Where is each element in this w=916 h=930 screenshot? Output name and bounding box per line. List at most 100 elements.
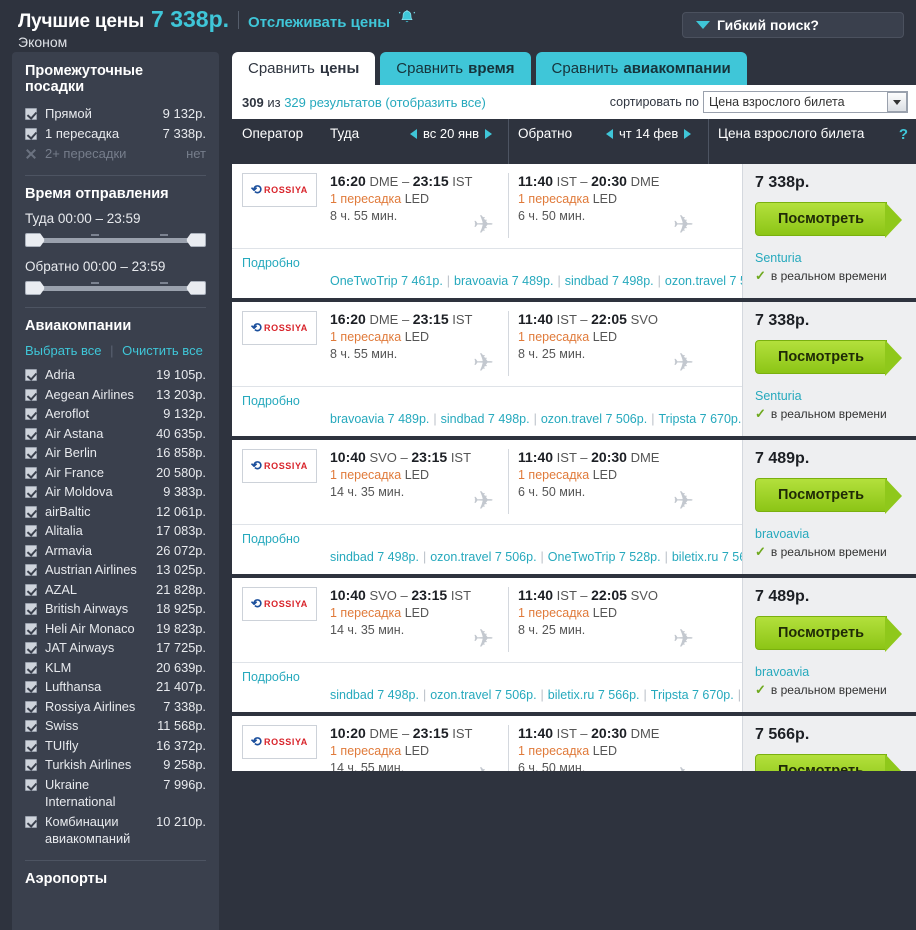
airline-filter-row[interactable]: Austrian Airlines 13 025р. <box>25 560 206 580</box>
return-time-slider[interactable] <box>25 280 206 296</box>
checkbox-airline[interactable] <box>25 681 37 693</box>
booking-offer-link[interactable]: Tripsta 7 670р. <box>651 688 734 702</box>
booking-offer-link[interactable]: bravoavia 7 489р. <box>330 412 429 426</box>
airline-filter-row[interactable]: Ukraine International 7 996р. <box>25 775 206 812</box>
booking-offer-link[interactable]: sindbad 7 498р. <box>330 550 419 564</box>
checkbox-airline[interactable] <box>25 700 37 713</box>
flight-result-card[interactable]: ⟳ ROSSIYA 10:40 SVO – 23:15 IST 1 пересадка… <box>232 440 916 574</box>
show-all-results-link[interactable]: 329 результатов (отобразить все) <box>284 95 486 110</box>
flight-result-card[interactable]: ⟳ ROSSIYA 16:20 DME – 23:15 IST 1 пересадка… <box>232 164 916 298</box>
booking-offer-link[interactable]: ozon.travel 7 506р. <box>541 412 647 426</box>
slider-handle-min[interactable] <box>25 233 45 247</box>
details-link[interactable]: Подробно <box>232 394 330 428</box>
checkbox-airline[interactable] <box>25 369 37 381</box>
airline-filter-row[interactable]: KLM 20 639р. <box>25 658 206 678</box>
checkbox-airline[interactable] <box>25 759 37 771</box>
slider-handle-min[interactable] <box>25 281 45 295</box>
view-offer-button[interactable]: Посмотреть <box>755 616 902 652</box>
slider-handle-max[interactable] <box>186 233 206 247</box>
airline-filter-row[interactable]: Heli Air Monaco 19 823р. <box>25 619 206 639</box>
view-offer-button[interactable]: Посмотреть <box>755 754 902 771</box>
view-offer-button[interactable]: Посмотреть <box>755 340 902 376</box>
booking-offer-link[interactable]: sindbad 7 498р. <box>441 412 530 426</box>
airline-filter-row[interactable]: Armavia 26 072р. <box>25 541 206 561</box>
checkbox-airline[interactable] <box>25 739 37 752</box>
agency-link[interactable]: Senturia <box>755 389 906 403</box>
clear-all-link[interactable]: Очистить все <box>122 343 203 358</box>
flexible-search-button[interactable]: Гибкий поиск? <box>682 12 904 38</box>
checkbox-airline[interactable] <box>25 642 37 654</box>
booking-offer-link[interactable]: ozon.travel 7 506р. <box>430 688 536 702</box>
tab-time[interactable]: Сравнить время <box>380 52 531 85</box>
airline-filter-row[interactable]: Swiss 11 568р. <box>25 716 206 736</box>
track-prices-link[interactable]: Отслеживать цены <box>248 14 390 31</box>
airline-filter-row[interactable]: Air Moldova 9 383р. <box>25 482 206 502</box>
agency-link[interactable]: Senturia <box>755 251 906 265</box>
airline-filter-row[interactable]: Aeroflot 9 132р. <box>25 404 206 424</box>
checkbox-airline[interactable] <box>25 408 37 420</box>
checkbox-airline[interactable] <box>25 427 37 440</box>
sort-by-select[interactable]: Цена взрослого билета <box>703 91 908 113</box>
bell-icon[interactable] <box>397 9 417 32</box>
airline-filter-row[interactable]: Комбинации авиакомпаний 10 210р. <box>25 812 206 849</box>
agency-link[interactable]: bravoavia <box>755 527 906 541</box>
checkbox-airline[interactable] <box>25 661 37 674</box>
checkbox-airline[interactable] <box>25 447 37 459</box>
help-icon[interactable]: ? <box>899 126 916 143</box>
checkbox-direct[interactable] <box>25 108 37 120</box>
next-day-icon[interactable] <box>485 128 493 139</box>
tab-airlines[interactable]: Сравнить авиакомпании <box>535 52 747 85</box>
checkbox-airline[interactable] <box>25 486 37 498</box>
checkbox-airline[interactable] <box>25 583 37 596</box>
agency-link[interactable]: bravoavia <box>755 665 906 679</box>
airline-filter-row[interactable]: Turkish Airlines 9 258р. <box>25 755 206 775</box>
booking-offer-link[interactable]: ozon.travel 7 506р. <box>430 550 536 564</box>
airline-filter-row[interactable]: AZAL 21 828р. <box>25 580 206 600</box>
prev-day-icon[interactable] <box>606 128 613 139</box>
airline-filter-row[interactable]: Rossiya Airlines 7 338р. <box>25 697 206 717</box>
airline-filter-row[interactable]: Lufthansa 21 407р. <box>25 677 206 697</box>
details-link[interactable]: Подробно <box>232 532 330 566</box>
checkbox-airline[interactable] <box>25 544 37 557</box>
booking-offer-link[interactable]: bravoavia 7 489р. <box>454 274 553 288</box>
chevron-down-icon[interactable] <box>887 92 907 112</box>
flight-result-card[interactable]: ⟳ ROSSIYA 10:20 DME – 23:15 IST 1 пересадка… <box>232 716 916 771</box>
airline-filter-row[interactable]: Air France 20 580р. <box>25 463 206 483</box>
booking-offer-link[interactable]: sindbad 7 498р. <box>565 274 654 288</box>
checkbox-airline[interactable] <box>25 466 37 479</box>
next-day-icon[interactable] <box>684 128 692 139</box>
prev-day-icon[interactable] <box>410 128 417 139</box>
stops-filter-row-direct[interactable]: Прямой 9 132р. <box>25 104 206 124</box>
airline-filter-row[interactable]: Air Astana 40 635р. <box>25 424 206 444</box>
airline-filter-row[interactable]: Aegean Airlines 13 203р. <box>25 385 206 405</box>
airline-filter-row[interactable]: British Airways 18 925р. <box>25 599 206 619</box>
details-link[interactable]: Подробно <box>232 256 330 290</box>
checkbox-airline[interactable] <box>25 603 37 615</box>
airline-filter-row[interactable]: Adria 19 105р. <box>25 365 206 385</box>
booking-offer-link[interactable]: biletix.ru 7 566р. <box>548 688 640 702</box>
airline-filter-row[interactable]: Air Berlin 16 858р. <box>25 443 206 463</box>
flight-result-card[interactable]: ⟳ ROSSIYA 10:40 SVO – 23:15 IST 1 пересадка… <box>232 578 916 712</box>
view-offer-button[interactable]: Посмотреть <box>755 478 902 514</box>
checkbox-airline[interactable] <box>25 388 37 401</box>
airline-filter-row[interactable]: JAT Airways 17 725р. <box>25 638 206 658</box>
stops-filter-row-one-stop[interactable]: 1 пересадка 7 338р. <box>25 124 206 144</box>
flight-result-card[interactable]: ⟳ ROSSIYA 16:20 DME – 23:15 IST 1 пересадка… <box>232 302 916 436</box>
checkbox-airline[interactable] <box>25 505 37 518</box>
checkbox-airline[interactable] <box>25 622 37 635</box>
tab-prices[interactable]: Сравнить цены <box>232 52 376 85</box>
outbound-time-slider[interactable] <box>25 232 206 248</box>
checkbox-airline[interactable] <box>25 525 37 537</box>
select-all-link[interactable]: Выбрать все <box>25 343 101 358</box>
booking-offer-link[interactable]: sindbad 7 498р. <box>330 688 419 702</box>
booking-offer-link[interactable]: Tripsta 7 670р. <box>658 412 741 426</box>
details-link[interactable]: Подробно <box>232 670 330 704</box>
checkbox-airline[interactable] <box>25 815 37 828</box>
booking-offer-link[interactable]: OneTwoTrip 7 528р. <box>548 550 661 564</box>
checkbox-airline[interactable] <box>25 564 37 576</box>
view-offer-button[interactable]: Посмотреть <box>755 202 902 238</box>
airline-filter-row[interactable]: Alitalia 17 083р. <box>25 521 206 541</box>
checkbox-airline[interactable] <box>25 778 37 791</box>
checkbox-one-stop[interactable] <box>25 128 37 140</box>
booking-offer-link[interactable]: OneTwoTrip 7 461р. <box>330 274 443 288</box>
